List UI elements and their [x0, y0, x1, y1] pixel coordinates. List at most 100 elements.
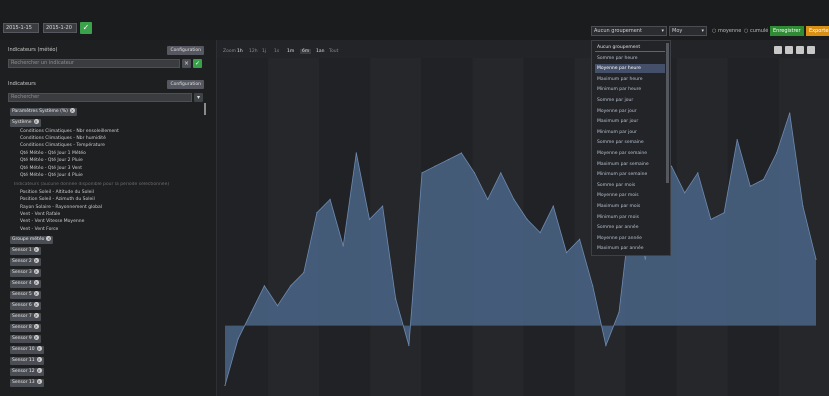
check-icon[interactable]: ✓ [193, 59, 202, 68]
sensor-tag[interactable]: Sensor 6 × [10, 302, 41, 310]
cumule-option[interactable]: ○ cumulé [744, 28, 768, 34]
data-point[interactable] [644, 258, 646, 260]
data-point[interactable] [526, 218, 528, 220]
list-item[interactable]: Conditions Climatiques - Nbr humidité [20, 136, 106, 142]
dropdown-option[interactable]: Maximum par heure [595, 75, 665, 84]
dropdown-option[interactable]: Maximum par mois [595, 202, 665, 211]
moyenne-option[interactable]: ○ moyenne [712, 28, 741, 34]
system-params-tag[interactable]: Paramètres Système (%) × [10, 108, 77, 116]
sensor-tag[interactable]: Sensor 11 × [10, 357, 44, 365]
configuration-button[interactable]: Configuration [167, 46, 204, 55]
remove-icon[interactable]: × [36, 379, 42, 384]
list-item[interactable]: Vent - Vent Rafale [20, 212, 60, 218]
data-point[interactable] [487, 198, 489, 200]
sensor-tag[interactable]: Sensor 10 × [10, 346, 44, 354]
data-point[interactable] [329, 198, 331, 200]
dropdown-option[interactable]: Minimum par heure [595, 85, 665, 94]
dropdown-option[interactable]: Moyenne par jour [595, 107, 665, 116]
dropdown-option[interactable]: Maximum par jour [595, 117, 665, 126]
dropdown-option[interactable]: Moyenne par semaine [595, 149, 665, 158]
data-point[interactable] [776, 152, 778, 154]
remove-icon[interactable]: × [33, 324, 39, 329]
data-point[interactable] [303, 271, 305, 274]
data-point[interactable] [762, 178, 765, 181]
data-point[interactable] [552, 205, 554, 207]
data-point[interactable] [749, 185, 751, 187]
dropdown-option[interactable]: Moyenne par mois [595, 191, 665, 200]
remove-icon[interactable]: × [33, 280, 39, 285]
sensor-tag[interactable]: Sensor 12 × [10, 368, 44, 376]
data-point[interactable] [316, 212, 318, 214]
data-point[interactable] [815, 258, 817, 260]
data-point[interactable] [355, 152, 357, 154]
data-point[interactable] [276, 305, 279, 307]
data-point[interactable] [290, 285, 292, 287]
end-date-input[interactable]: 2015-1-20 [43, 23, 77, 33]
sensor-tag[interactable]: Sensor 9 × [10, 335, 41, 343]
configuration-button[interactable]: Configuration [167, 80, 204, 89]
data-point[interactable] [395, 298, 397, 300]
dropdown-option[interactable]: Aucun groupement [595, 43, 665, 52]
dropdown-option[interactable]: Maximum par semaine [595, 160, 665, 169]
export-button[interactable]: Exporter [806, 26, 829, 36]
dropdown-option[interactable]: Minimum par semaine [595, 170, 665, 179]
data-point[interactable] [539, 232, 541, 234]
sensor-tag[interactable]: Sensor 1 × [10, 247, 41, 255]
remove-icon[interactable]: × [33, 335, 39, 340]
dropdown-option[interactable]: Somme par heure [595, 54, 665, 63]
chevron-down-icon[interactable]: ▾ [194, 93, 203, 102]
remove-icon[interactable]: × [33, 269, 39, 274]
sensor-tag[interactable]: Sensor 4 × [10, 280, 41, 288]
remove-icon[interactable]: × [33, 291, 39, 296]
aggregation-select[interactable]: Moy ▾ [669, 26, 707, 36]
data-point[interactable] [368, 218, 371, 220]
data-point[interactable] [670, 165, 673, 167]
remove-icon[interactable]: × [36, 357, 42, 362]
data-point[interactable] [565, 252, 568, 254]
remove-icon[interactable]: × [33, 119, 39, 124]
dropdown-option[interactable]: Maximum par année [595, 244, 665, 253]
sensor-tag[interactable]: Sensor 7 × [10, 313, 41, 321]
dropdown-option[interactable]: Minimum par mois [595, 213, 665, 222]
sensor-tag[interactable]: Sensor 5 × [10, 291, 41, 299]
data-point[interactable] [697, 172, 699, 174]
data-point[interactable] [460, 152, 462, 154]
remove-icon[interactable]: × [33, 313, 39, 318]
data-point[interactable] [579, 238, 581, 240]
data-point[interactable] [723, 212, 725, 214]
dropdown-option[interactable]: Somme par mois [595, 181, 665, 190]
dropdown-option[interactable]: Somme par année [595, 223, 665, 232]
data-point[interactable] [250, 311, 252, 313]
data-point[interactable] [237, 338, 239, 340]
apply-dates-button[interactable]: ✓ [80, 22, 92, 34]
dropdown-scrollbar[interactable] [666, 43, 669, 183]
list-item[interactable]: Qté Météo - Qté Jour 4 Pluie [20, 173, 83, 179]
list-item[interactable]: Vent - Vent Vitesse Moyenne [20, 219, 84, 225]
dropdown-option[interactable]: Somme par semaine [595, 138, 665, 147]
dropdown-option[interactable]: Somme par jour [595, 96, 665, 105]
data-point[interactable] [684, 192, 686, 194]
remove-icon[interactable]: × [36, 368, 42, 373]
remove-icon[interactable]: × [33, 302, 39, 307]
save-button[interactable]: Enregistrer [770, 26, 804, 36]
list-item[interactable]: Qté Météo - Qté Jour 2 Pluie [20, 158, 83, 164]
sensor-tag[interactable]: Sensor 8 × [10, 324, 41, 332]
start-date-input[interactable]: 2015-1-15 [3, 23, 39, 33]
sensor-tag[interactable]: Sensor 3 × [10, 269, 41, 277]
list-item[interactable]: Conditions Climatiques - Nbr ensoleillem… [20, 129, 119, 135]
sensor-tag[interactable]: Sensor 13 × [10, 379, 44, 387]
list-item[interactable]: Position Soleil - Altitude du Soleil [20, 190, 94, 196]
data-point[interactable] [513, 198, 515, 200]
data-point[interactable] [473, 172, 476, 174]
list-item[interactable]: Rayon Solaire - Rayonnement global [20, 205, 102, 211]
data-point[interactable] [263, 285, 265, 287]
remove-icon[interactable]: × [46, 236, 52, 241]
indicator-filter-input[interactable]: Rechercher [8, 93, 192, 102]
remove-icon[interactable]: × [33, 258, 39, 263]
indicator-search-input[interactable]: Rechercher un indicateur [8, 59, 180, 68]
list-item[interactable]: Vent - Vent Force [20, 227, 58, 233]
sidebar-scrollbar[interactable] [204, 103, 206, 115]
remove-icon[interactable]: × [69, 108, 75, 113]
dropdown-option[interactable]: Minimum par jour [595, 128, 665, 137]
list-item[interactable]: Position Soleil - Azimuth du Soleil [20, 197, 95, 203]
